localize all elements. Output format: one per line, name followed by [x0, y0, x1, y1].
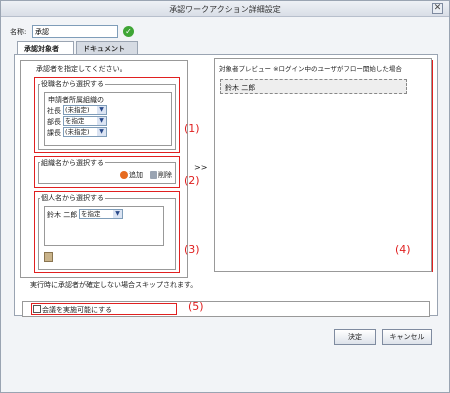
chevron-down-icon: ▼ [113, 210, 122, 218]
conference-label: 会議を実施可能にする [42, 306, 113, 314]
role-label-director: 部長 [47, 118, 61, 126]
conference-checkbox[interactable] [33, 305, 41, 313]
chevron-down-icon: ▼ [97, 128, 106, 136]
role-select-president[interactable]: (未指定) ▼ [63, 105, 107, 115]
add-icon [120, 171, 128, 179]
role-section-legend: 役職名から選択する [40, 79, 105, 89]
tab-approvers[interactable]: 承認対象者 [17, 41, 74, 54]
title-bar: 承認ワークアクション詳細設定 ✕ [1, 1, 449, 17]
preview-item: 鈴木 二郎 [220, 79, 407, 94]
chevron-down-icon: ▼ [97, 117, 106, 125]
role-group-label: 申請者所属組織の [47, 95, 105, 105]
ok-button[interactable]: 決定 [334, 329, 376, 345]
annotation-2: (2) [184, 174, 200, 187]
annotation-3: (3) [184, 243, 200, 256]
delete-label: 削除 [158, 171, 172, 179]
person-section-legend: 個人名から選択する [40, 193, 105, 203]
org-section-legend: 組織名から選択する [40, 158, 105, 168]
person-value: を指定 [81, 210, 101, 218]
person-row: 鈴木 二郎 を指定 ▼ [47, 209, 127, 219]
person-name: 鈴木 二郎 [47, 211, 78, 219]
name-input[interactable] [32, 25, 118, 38]
add-label: 追加 [129, 171, 143, 179]
preview-title: 対象者プレビュー ※ログイン中のユーザがフロー開始した場合 [219, 65, 402, 73]
close-icon[interactable]: ✕ [432, 3, 443, 14]
approver-hint: 承認者を指定してください。 [36, 65, 127, 73]
transfer-arrow: >> [194, 163, 208, 172]
role-label-manager: 課長 [47, 129, 61, 137]
role-select-manager[interactable]: (未指定) ▼ [63, 127, 107, 137]
annotation-5: (5) [188, 300, 204, 313]
role-select-director[interactable]: を指定 ▼ [63, 116, 107, 126]
cancel-button[interactable]: キャンセル [382, 329, 432, 345]
role-value-president: (未指定) [65, 106, 90, 114]
role-row-director: 部長 を指定 ▼ [47, 116, 117, 126]
check-circle-icon: ✓ [123, 26, 134, 37]
annotation-1: (1) [184, 122, 200, 135]
skip-note: 実行時に承認者が確定しない場合スキップされます。 [30, 281, 198, 289]
person-select[interactable]: を指定 ▼ [79, 209, 123, 219]
role-value-manager: (未指定) [65, 128, 90, 136]
person-search-icon[interactable] [44, 252, 53, 262]
role-row-president: 社長 (未指定) ▼ [47, 105, 117, 115]
delete-org-button[interactable]: 削除 [150, 170, 172, 180]
add-org-button[interactable]: 追加 [120, 170, 143, 180]
annotation-4: (4) [395, 243, 411, 256]
role-row-manager: 課長 (未指定) ▼ [47, 127, 117, 137]
role-label-president: 社長 [47, 107, 61, 115]
name-label: 名称: [10, 28, 27, 36]
role-value-director: を指定 [65, 117, 85, 125]
chevron-down-icon: ▼ [97, 106, 106, 114]
dialog-title: 承認ワークアクション詳細設定 [169, 5, 281, 14]
trash-icon [150, 171, 157, 179]
tab-documents[interactable]: ドキュメント [76, 41, 138, 54]
